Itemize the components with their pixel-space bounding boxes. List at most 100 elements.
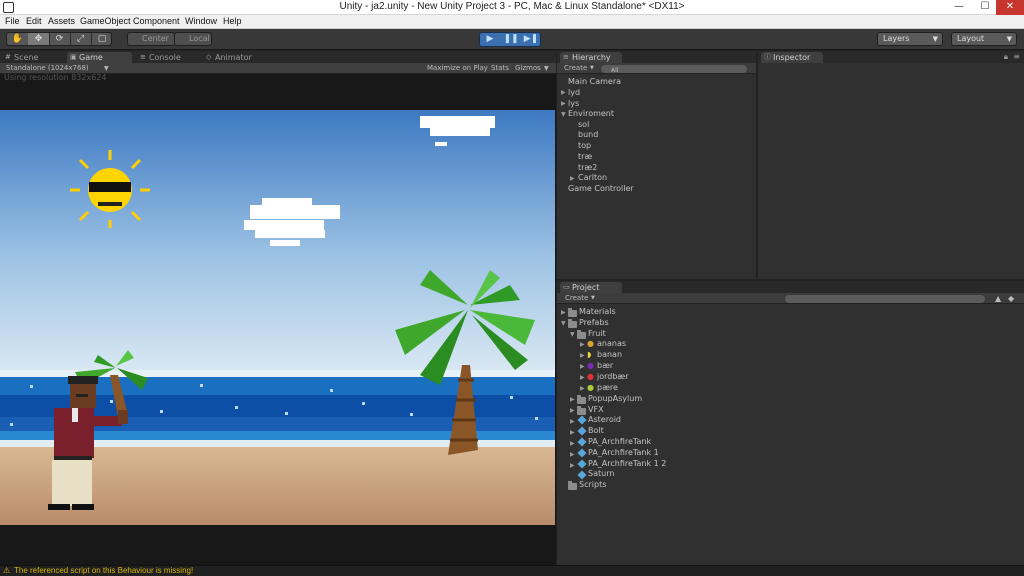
project-item-ananas[interactable]: ananas [597, 339, 626, 348]
menu-window[interactable]: Window [185, 16, 217, 26]
layout-dropdown[interactable]: Layout ▼ [951, 32, 1017, 46]
project-item-fruit[interactable]: Fruit [588, 329, 606, 338]
hierarchy-item-enviroment[interactable]: Enviroment [568, 109, 614, 118]
tab-game[interactable]: ▣ Game [67, 52, 132, 63]
menu-help[interactable]: Help [223, 16, 242, 26]
filter-type-icon[interactable]: ▲ [995, 293, 1001, 304]
tab-animator[interactable]: ◇ Animator [203, 52, 263, 63]
project-item-scripts[interactable]: Scripts [579, 480, 606, 489]
minimize-button[interactable]: — [946, 0, 972, 15]
hierarchy-search-input[interactable]: All [601, 65, 747, 74]
warning-icon: ⚠ [3, 566, 11, 575]
hierarchy-item-bund[interactable]: bund [578, 130, 598, 139]
project-item-saturn[interactable]: Saturn [588, 469, 614, 478]
status-bar[interactable]: ⚠ The referenced script on this Behaviou… [0, 565, 1024, 576]
hierarchy-item-sol[interactable]: sol [578, 120, 589, 129]
status-message[interactable]: The referenced script on this Behaviour … [14, 566, 193, 576]
menu-component[interactable]: Component [133, 16, 180, 26]
lock-icon[interactable]: 🔒︎ [1004, 52, 1008, 62]
folder-icon [568, 481, 577, 490]
tab-scene[interactable]: # Scene [2, 52, 62, 63]
collapse-arrow-icon[interactable]: ▼ [561, 320, 566, 327]
expand-arrow-icon[interactable]: ▶ [561, 89, 566, 96]
layers-dropdown[interactable]: Layers ▼ [877, 32, 943, 46]
game-viewport[interactable] [0, 110, 555, 525]
project-item-baer[interactable]: bær [597, 361, 613, 370]
tab-project-label: Project [572, 283, 600, 292]
chevron-down-icon[interactable]: ▼ [544, 63, 549, 74]
chevron-down-icon[interactable]: ▼ [590, 63, 594, 74]
maximize-on-play-toggle[interactable]: Maximize on Play [427, 63, 488, 74]
expand-arrow-icon[interactable]: ▶ [570, 396, 575, 403]
unity-editor-window: Unity - ja2.unity - New Unity Project 3 … [0, 0, 1024, 576]
close-button[interactable]: ✕ [996, 0, 1024, 15]
maximize-button[interactable]: ☐ [972, 0, 998, 15]
chevron-down-icon[interactable]: ▼ [591, 293, 595, 304]
expand-arrow-icon[interactable]: ▶ [570, 451, 575, 458]
expand-arrow-icon[interactable]: ▶ [580, 374, 585, 381]
expand-arrow-icon[interactable]: ▶ [570, 462, 575, 469]
hierarchy-item-trae[interactable]: træ [578, 152, 592, 161]
expand-arrow-icon[interactable]: ▶ [580, 385, 585, 392]
project-item-pa-archfiretank-1[interactable]: PA_ArchfireTank 1 [588, 448, 659, 457]
rect-tool-icon[interactable]: ▢ [91, 33, 113, 45]
move-tool-icon[interactable]: ✥ [28, 33, 50, 45]
collapse-arrow-icon[interactable]: ▼ [561, 111, 566, 118]
panel-menu-icon[interactable]: ≡ [1013, 52, 1020, 61]
hand-tool-icon[interactable]: ✋ [7, 33, 29, 45]
stats-toggle[interactable]: Stats [491, 63, 509, 74]
expand-arrow-icon[interactable]: ▶ [561, 309, 566, 316]
rotate-tool-icon[interactable]: ⟳ [49, 33, 71, 45]
gizmos-dropdown[interactable]: Gizmos [515, 63, 541, 74]
hierarchy-item-lys[interactable]: lys [568, 99, 579, 108]
expand-arrow-icon[interactable]: ▶ [570, 440, 575, 447]
project-search-input[interactable] [785, 295, 985, 303]
project-item-paere[interactable]: pære [597, 383, 618, 392]
project-item-materials[interactable]: Materials [579, 307, 616, 316]
pivot-local-toggle[interactable]: Local [174, 32, 212, 46]
project-item-banan[interactable]: banan [597, 350, 622, 359]
step-button[interactable]: ▶❚ [521, 34, 541, 44]
filter-label-icon[interactable]: ◆ [1008, 293, 1014, 304]
project-item-asteroid[interactable]: Asteroid [588, 415, 621, 424]
expand-arrow-icon[interactable]: ▶ [570, 429, 575, 436]
hierarchy-create-dropdown[interactable]: Create [564, 63, 587, 74]
hierarchy-item-lyd[interactable]: lyd [568, 88, 580, 97]
menu-file[interactable]: File [5, 16, 20, 26]
menu-edit[interactable]: Edit [26, 16, 42, 26]
berry-icon: ● [587, 361, 594, 370]
resolution-note: Using resolution 832x624 [4, 73, 107, 82]
expand-arrow-icon[interactable]: ▶ [580, 363, 585, 370]
project-create-dropdown[interactable]: Create [565, 293, 588, 304]
project-item-prefabs[interactable]: Prefabs [579, 318, 609, 327]
project-item-pa-archfiretank-1-2[interactable]: PA_ArchfireTank 1 2 [588, 459, 666, 468]
collapse-arrow-icon[interactable]: ▼ [570, 331, 575, 338]
scale-tool-icon[interactable]: ⤢ [70, 33, 92, 45]
hierarchy-item-game-controller[interactable]: Game Controller [568, 184, 634, 193]
menu-assets[interactable]: Assets [48, 16, 75, 26]
pivot-center-toggle[interactable]: Center [127, 32, 175, 46]
project-item-bolt[interactable]: Bolt [588, 426, 604, 435]
hierarchy-item-carlton[interactable]: Carlton [578, 173, 607, 182]
expand-arrow-icon[interactable]: ▶ [561, 100, 566, 107]
menu-gameobject[interactable]: GameObject [80, 16, 131, 26]
tab-project[interactable]: ▭ Project [560, 282, 622, 293]
tab-hierarchy[interactable]: ≡ Hierarchy [560, 52, 622, 63]
expand-arrow-icon[interactable]: ▶ [580, 341, 585, 348]
hierarchy-item-trae2[interactable]: træ2 [578, 163, 597, 172]
tab-inspector[interactable]: ⓘ Inspector [761, 52, 823, 63]
pause-button[interactable]: ❚❚ [501, 34, 521, 44]
hierarchy-item-main-camera[interactable]: Main Camera [568, 77, 621, 86]
expand-arrow-icon[interactable]: ▶ [570, 407, 575, 414]
folder-icon: ▭ [563, 283, 570, 291]
expand-arrow-icon[interactable]: ▶ [570, 418, 575, 425]
play-button[interactable]: ▶ [480, 34, 500, 44]
project-item-pa-archfiretank[interactable]: PA_ArchfireTank [588, 437, 651, 446]
hierarchy-item-top[interactable]: top [578, 141, 591, 150]
project-item-jordbaer[interactable]: jordbær [597, 372, 629, 381]
expand-arrow-icon[interactable]: ▶ [570, 175, 575, 182]
project-item-vfx[interactable]: VFX [588, 405, 604, 414]
project-item-popupasylum[interactable]: PopupAsylum [588, 394, 642, 403]
expand-arrow-icon[interactable]: ▶ [580, 352, 585, 359]
tab-console[interactable]: ≡ Console [137, 52, 197, 63]
